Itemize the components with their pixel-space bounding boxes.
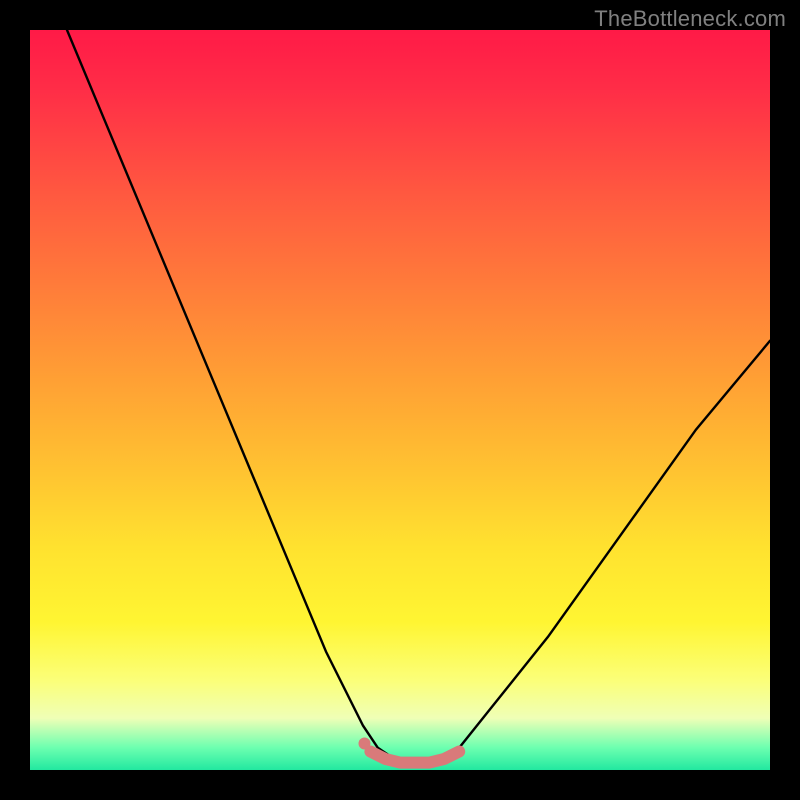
chart-frame: TheBottleneck.com [0, 0, 800, 800]
curve-svg [30, 30, 770, 770]
bottleneck-curve [67, 30, 770, 763]
optimal-range-marker [370, 752, 459, 763]
optimal-range-start-dot [359, 738, 371, 750]
plot-area [30, 30, 770, 770]
watermark-text: TheBottleneck.com [594, 6, 786, 32]
